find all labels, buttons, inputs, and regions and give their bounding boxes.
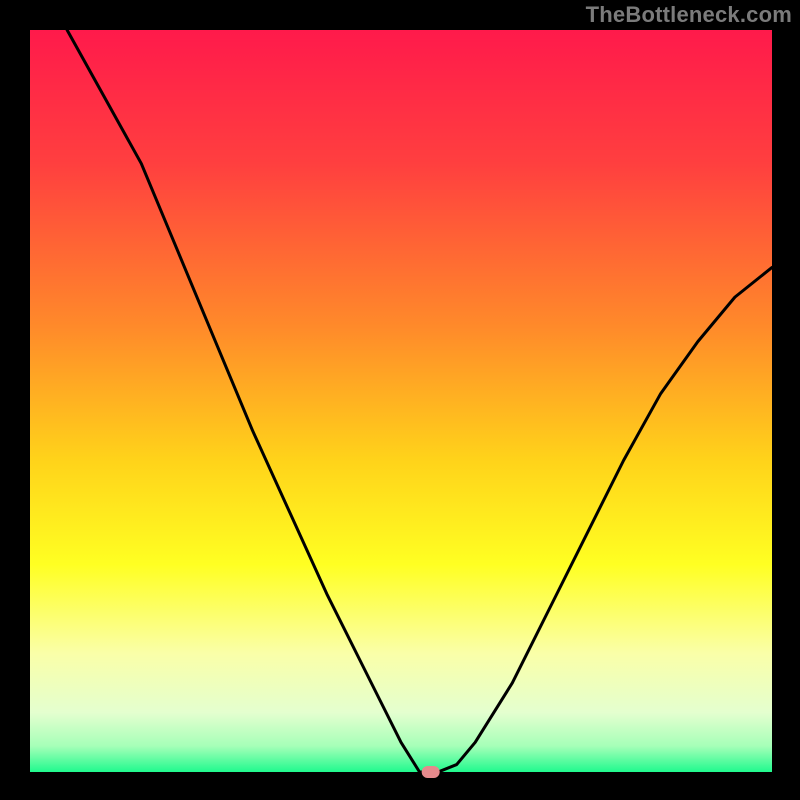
plot-area xyxy=(30,30,772,772)
watermark-label: TheBottleneck.com xyxy=(586,2,792,28)
bottleneck-curve-chart xyxy=(0,0,800,800)
chart-frame: TheBottleneck.com xyxy=(0,0,800,800)
selected-point-marker xyxy=(422,766,440,778)
